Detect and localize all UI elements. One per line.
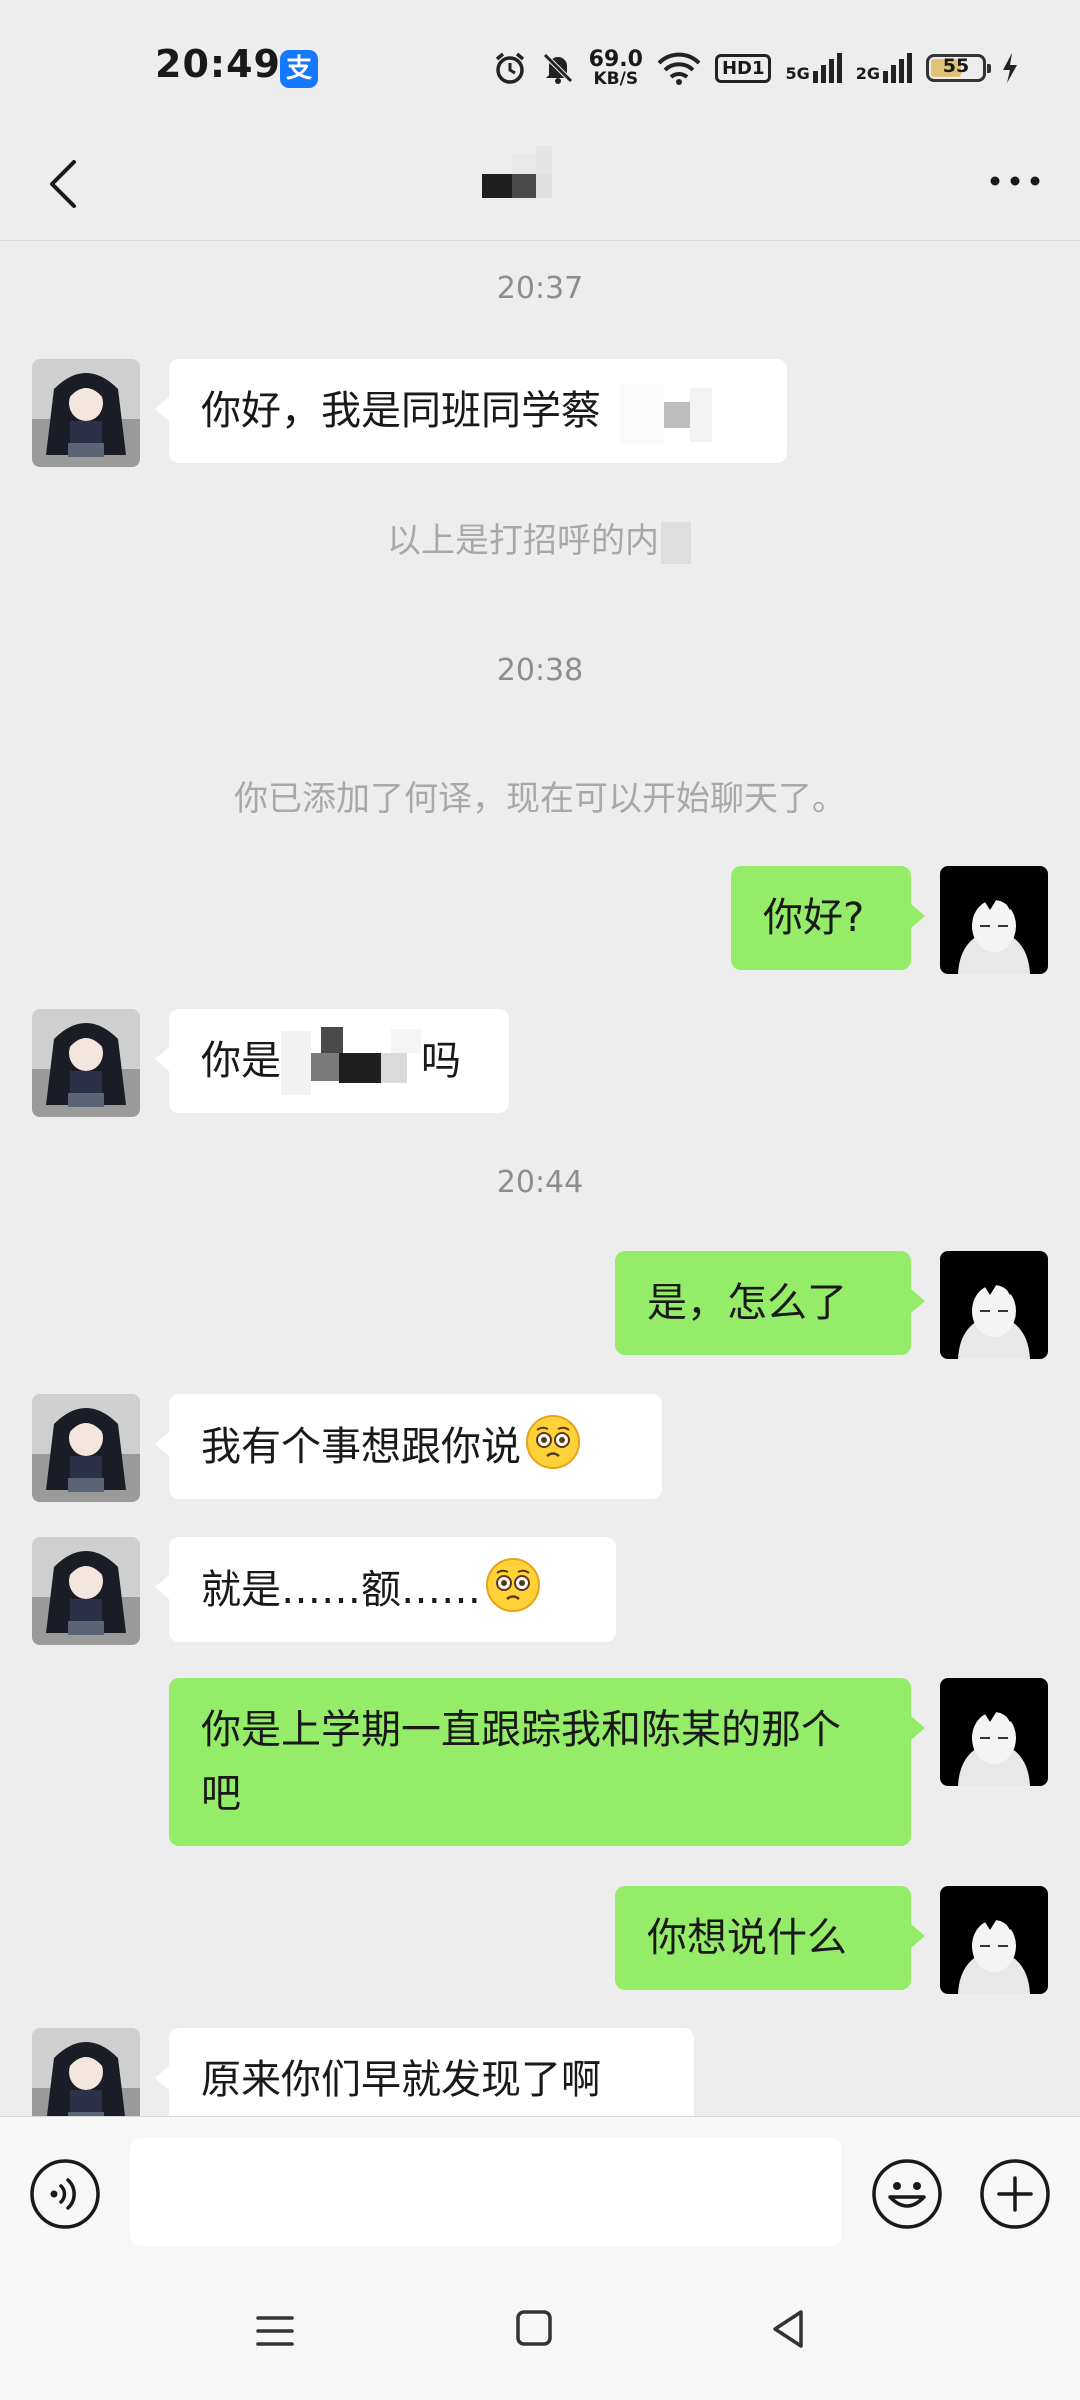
avatar-image bbox=[940, 1678, 1048, 1786]
alipay-icon: 支 bbox=[280, 50, 318, 88]
incoming-message-bubble[interactable]: 原来你们早就发现了啊 bbox=[155, 2028, 694, 2116]
nav-back-icon[interactable] bbox=[765, 2304, 815, 2354]
wifi-icon bbox=[657, 52, 701, 85]
system-message: 你已添加了何译，现在可以开始聊天了。 bbox=[234, 779, 846, 819]
avatar-image bbox=[32, 1394, 140, 1502]
redacted-text bbox=[614, 384, 714, 444]
message-input[interactable] bbox=[130, 2138, 842, 2246]
message-text: 我有个事想跟你说 bbox=[201, 1424, 521, 1470]
charging-icon bbox=[1003, 53, 1017, 83]
system-message-text: 以上是打招呼的内 bbox=[387, 521, 659, 561]
incoming-message-bubble[interactable]: 你是 吗 bbox=[155, 1009, 509, 1113]
redacted-text bbox=[659, 521, 693, 564]
sim2-label: 2G bbox=[855, 64, 880, 83]
message-timestamp: 20:44 bbox=[496, 1165, 584, 1200]
incoming-message-bubble[interactable]: 就是……额…… bbox=[155, 1537, 616, 1642]
net-speed: 69.0 KB/S bbox=[588, 46, 643, 89]
avatar-image bbox=[940, 1251, 1048, 1359]
hd-voice-icon: HD1 bbox=[714, 53, 772, 83]
message-text: 你是 bbox=[201, 1038, 281, 1084]
chat-header bbox=[0, 130, 1080, 241]
outgoing-message-bubble[interactable]: 你是上学期一直跟踪我和陈某的那个吧 bbox=[169, 1678, 925, 1846]
battery-icon: 55 bbox=[926, 54, 991, 82]
incoming-message-bubble[interactable]: 我有个事想跟你说 bbox=[155, 1394, 662, 1499]
back-chevron-icon[interactable] bbox=[32, 148, 102, 218]
alarm-icon bbox=[495, 52, 524, 84]
signal-sim2: 2G bbox=[856, 53, 912, 83]
net-speed-value: 69.0 bbox=[588, 46, 643, 72]
more-dots-icon[interactable] bbox=[980, 156, 1050, 206]
avatar-image bbox=[32, 1009, 140, 1117]
plus-icon[interactable] bbox=[978, 2157, 1052, 2231]
contact-name-redacted bbox=[482, 140, 572, 200]
net-speed-unit: KB/S bbox=[593, 68, 639, 89]
my-avatar[interactable] bbox=[940, 1886, 1048, 1994]
contact-avatar[interactable] bbox=[32, 2028, 140, 2116]
system-navigation-bar bbox=[0, 2276, 1080, 2400]
pleading-face-emoji bbox=[486, 1558, 540, 1612]
redacted-text bbox=[281, 1027, 421, 1095]
contact-avatar[interactable] bbox=[32, 1537, 140, 1645]
incoming-message-bubble[interactable]: 你好，我是同班同学蔡 bbox=[155, 359, 787, 463]
pleading-face-emoji bbox=[526, 1415, 580, 1469]
outgoing-message-bubble[interactable]: 你好? bbox=[731, 866, 925, 970]
status-icons: 69.0 KB/S HD1 5G 2G 55 bbox=[493, 44, 1020, 92]
battery-level: 55 bbox=[942, 55, 970, 77]
contact-avatar[interactable] bbox=[32, 1394, 140, 1502]
outgoing-message-bubble[interactable]: 你想说什么 bbox=[615, 1886, 925, 1990]
message-text: 吗 bbox=[421, 1038, 461, 1084]
message-timestamp: 20:38 bbox=[496, 653, 584, 688]
avatar-image bbox=[32, 1537, 140, 1645]
avatar-image bbox=[32, 2028, 140, 2116]
message-timestamp: 20:37 bbox=[496, 271, 584, 306]
recent-apps-icon[interactable] bbox=[250, 2306, 300, 2356]
input-bar bbox=[0, 2116, 1080, 2277]
signal-sim1: 5G bbox=[785, 53, 842, 83]
my-avatar[interactable] bbox=[940, 866, 1048, 974]
message-list[interactable]: 20:37 你好，我是同班同学蔡 以上是打招呼的内 20:38 你已添加了何译，… bbox=[0, 241, 1080, 2116]
outgoing-message-bubble[interactable]: 是，怎么了 bbox=[615, 1251, 925, 1355]
status-time: 20:49 bbox=[155, 42, 281, 86]
mute-icon bbox=[542, 53, 573, 84]
message-text: 就是……额…… bbox=[201, 1567, 481, 1613]
contact-avatar[interactable] bbox=[32, 359, 140, 467]
system-message: 以上是打招呼的内 bbox=[0, 513, 1080, 564]
contact-avatar[interactable] bbox=[32, 1009, 140, 1117]
status-bar: 20:49 支 69.0 KB/S HD1 5G 2G 55 bbox=[0, 0, 1080, 130]
avatar-image bbox=[940, 866, 1048, 974]
avatar-image bbox=[940, 1886, 1048, 1994]
my-avatar[interactable] bbox=[940, 1251, 1048, 1359]
voice-icon[interactable] bbox=[28, 2157, 102, 2231]
message-text: 你好，我是同班同学蔡 bbox=[201, 388, 601, 434]
emoji-icon[interactable] bbox=[870, 2157, 944, 2231]
avatar-image bbox=[32, 359, 140, 467]
home-icon[interactable] bbox=[510, 2304, 558, 2352]
my-avatar[interactable] bbox=[940, 1678, 1048, 1786]
sim1-label: 5G bbox=[785, 64, 810, 83]
